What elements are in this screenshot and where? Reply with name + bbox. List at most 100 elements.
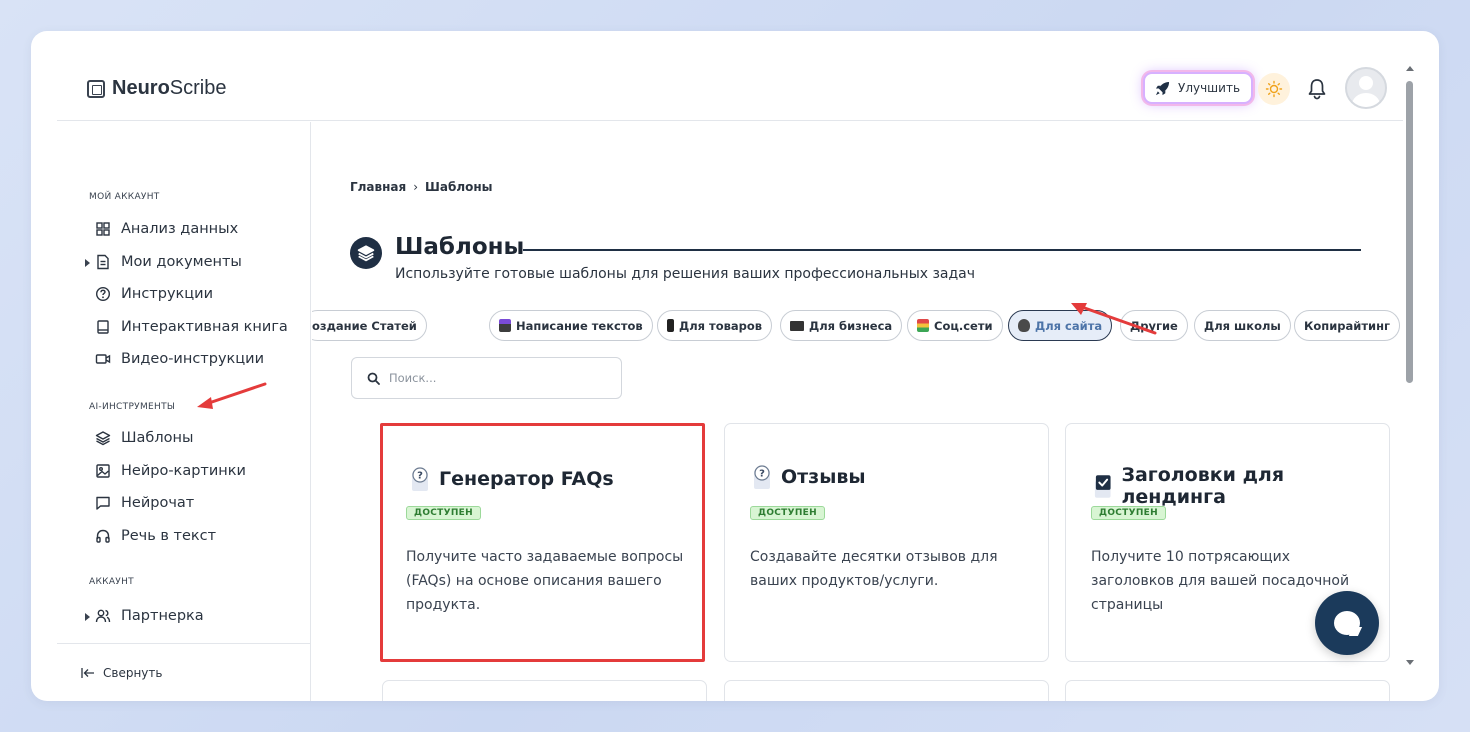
collapse-arrow-icon (81, 668, 94, 678)
faq-icon: ? (412, 467, 428, 491)
sidebar-item-my-documents[interactable]: Мои документы (85, 254, 242, 270)
sidebar-item-video-instructions[interactable]: Видео-инструкции (95, 351, 264, 367)
chip-copywriting[interactable]: Копирайтинг (1294, 310, 1401, 341)
sidebar-section-account: АККАУНТ (89, 577, 134, 587)
collapse-label: Свернуть (103, 666, 163, 680)
status-badge: ДОСТУПЕН (406, 506, 481, 520)
expand-caret-icon[interactable] (85, 259, 90, 267)
layers-icon (95, 431, 111, 446)
app-window: NeuroScribe Улучшить МОЙ АККАУНТ Анализ … (31, 31, 1439, 701)
page-title: Шаблоны (395, 234, 525, 260)
search-icon (367, 372, 380, 385)
template-card-reviews[interactable]: ? Отзывы ДОСТУПЕН Создавайте десятки отз… (724, 423, 1049, 662)
building-icon (499, 319, 511, 332)
card-title: ? Отзывы (750, 464, 866, 490)
user-avatar[interactable] (1345, 67, 1387, 109)
upgrade-button[interactable]: Улучшить (1143, 72, 1254, 104)
sidebar-item-neurochat[interactable]: Нейрочат (95, 495, 194, 511)
chat-support-button[interactable] (1315, 591, 1379, 655)
book-icon (97, 320, 109, 334)
logo-text: NeuroScribe (112, 77, 227, 99)
scrollbar[interactable] (1403, 61, 1417, 671)
scroll-thumb[interactable] (1406, 81, 1413, 383)
template-card[interactable] (1065, 680, 1390, 701)
sidebar-item-data-analysis[interactable]: Анализ данных (95, 221, 238, 237)
breadcrumb-separator: › (413, 180, 419, 194)
upgrade-label: Улучшить (1178, 81, 1241, 95)
question-circle-icon (95, 286, 111, 302)
top-header: NeuroScribe Улучшить (57, 31, 1403, 121)
chip-social-media[interactable]: Соц.сети (907, 310, 1003, 341)
collapse-sidebar-button[interactable]: Свернуть (81, 666, 162, 680)
sidebar-item-label: Нейро-картинки (121, 463, 246, 479)
grid-icon (96, 222, 110, 236)
sidebar-item-interactive-book[interactable]: Интерактивная книга (95, 319, 288, 335)
sidebar-item-label: Мои документы (121, 254, 242, 270)
chip-for-website[interactable]: Для сайта (1008, 310, 1113, 341)
search-box (351, 357, 622, 399)
sidebar-item-partner[interactable]: Партнерка (85, 608, 204, 624)
chip-for-products[interactable]: Для товаров (657, 310, 773, 341)
scroll-down-arrow-icon[interactable] (1406, 660, 1414, 665)
chat-icon (96, 496, 110, 510)
chip-text-writing[interactable]: Написание текстов (489, 310, 653, 341)
search-input[interactable] (389, 371, 609, 385)
status-badge: ДОСТУПЕН (1091, 506, 1166, 520)
sidebar-item-label: Шаблоны (121, 430, 194, 446)
laptop-icon (790, 320, 804, 331)
sidebar-section-ai-tools: AI-ИНСТРУМЕНТЫ (89, 402, 176, 412)
chip-article-creation[interactable]: оздание Статей (312, 310, 427, 341)
phone-icon (667, 319, 674, 332)
sidebar-item-neuro-images[interactable]: Нейро-картинки (95, 463, 246, 479)
sidebar-item-label: Анализ данных (121, 221, 239, 237)
templates-badge-icon (350, 237, 382, 269)
sidebar-item-speech-to-text[interactable]: Речь в текст (95, 528, 216, 544)
image-icon (96, 464, 110, 478)
logo[interactable]: NeuroScribe (87, 77, 227, 100)
sidebar-item-label: Речь в текст (121, 528, 217, 544)
svg-text:?: ? (417, 471, 423, 482)
sidebar-item-label: Видео-инструкции (121, 351, 265, 367)
breadcrumb-home[interactable]: Главная (350, 180, 406, 194)
sidebar-item-label: Инструкции (121, 286, 214, 302)
video-icon (95, 354, 111, 364)
sidebar-item-label: Нейрочат (121, 495, 195, 511)
bell-icon[interactable] (1307, 78, 1327, 100)
logo-icon (87, 79, 105, 98)
card-description: Получите часто задаваемые вопросы (FAQs)… (406, 549, 684, 613)
breadcrumb-current: Шаблоны (425, 180, 493, 194)
template-card-faq-generator[interactable]: ? Генератор FAQs ДОСТУПЕН Получите часто… (380, 423, 705, 662)
breadcrumb: Главная › Шаблоны (350, 180, 493, 194)
sidebar-item-instructions[interactable]: Инструкции (95, 286, 213, 302)
card-title: Заголовки для лендинга (1091, 464, 1389, 508)
template-card[interactable] (724, 680, 1049, 701)
sidebar-section-my-account: МОЙ АККАУНТ (89, 192, 160, 202)
category-chips: оздание Статей Написание текстов Для тов… (312, 310, 1403, 344)
sidebar: МОЙ АККАУНТ Анализ данных Мои документы … (57, 122, 311, 701)
expand-caret-icon[interactable] (85, 613, 90, 621)
scroll-up-arrow-icon[interactable] (1406, 66, 1414, 71)
rocket-icon (1155, 81, 1170, 95)
chip-other[interactable]: Другие (1120, 310, 1188, 341)
users-icon (95, 609, 111, 623)
faq-icon: ? (754, 465, 770, 489)
chip-for-business[interactable]: Для бизнеса (780, 310, 903, 341)
theme-toggle-button[interactable] (1258, 73, 1290, 105)
notebook-icon (917, 319, 929, 332)
chip-for-school[interactable]: Для школы (1194, 310, 1291, 341)
page-subtitle: Используйте готовые шаблоны для решения … (395, 266, 976, 282)
headphones-icon (96, 529, 110, 543)
sidebar-item-templates[interactable]: Шаблоны (95, 430, 193, 446)
template-card[interactable] (382, 680, 707, 701)
checkbox-icon (1094, 475, 1111, 498)
card-description: Создавайте десятки отзывов для ваших про… (750, 549, 998, 589)
status-badge: ДОСТУПЕН (750, 506, 825, 520)
sidebar-item-label: Партнерка (121, 608, 204, 624)
svg-text:?: ? (759, 469, 765, 480)
sidebar-divider (57, 643, 310, 644)
mask-icon (1018, 319, 1030, 332)
document-icon (97, 254, 109, 270)
title-divider-line (523, 249, 1361, 251)
sidebar-item-label: Интерактивная книга (121, 319, 288, 335)
sun-icon (1265, 80, 1283, 98)
